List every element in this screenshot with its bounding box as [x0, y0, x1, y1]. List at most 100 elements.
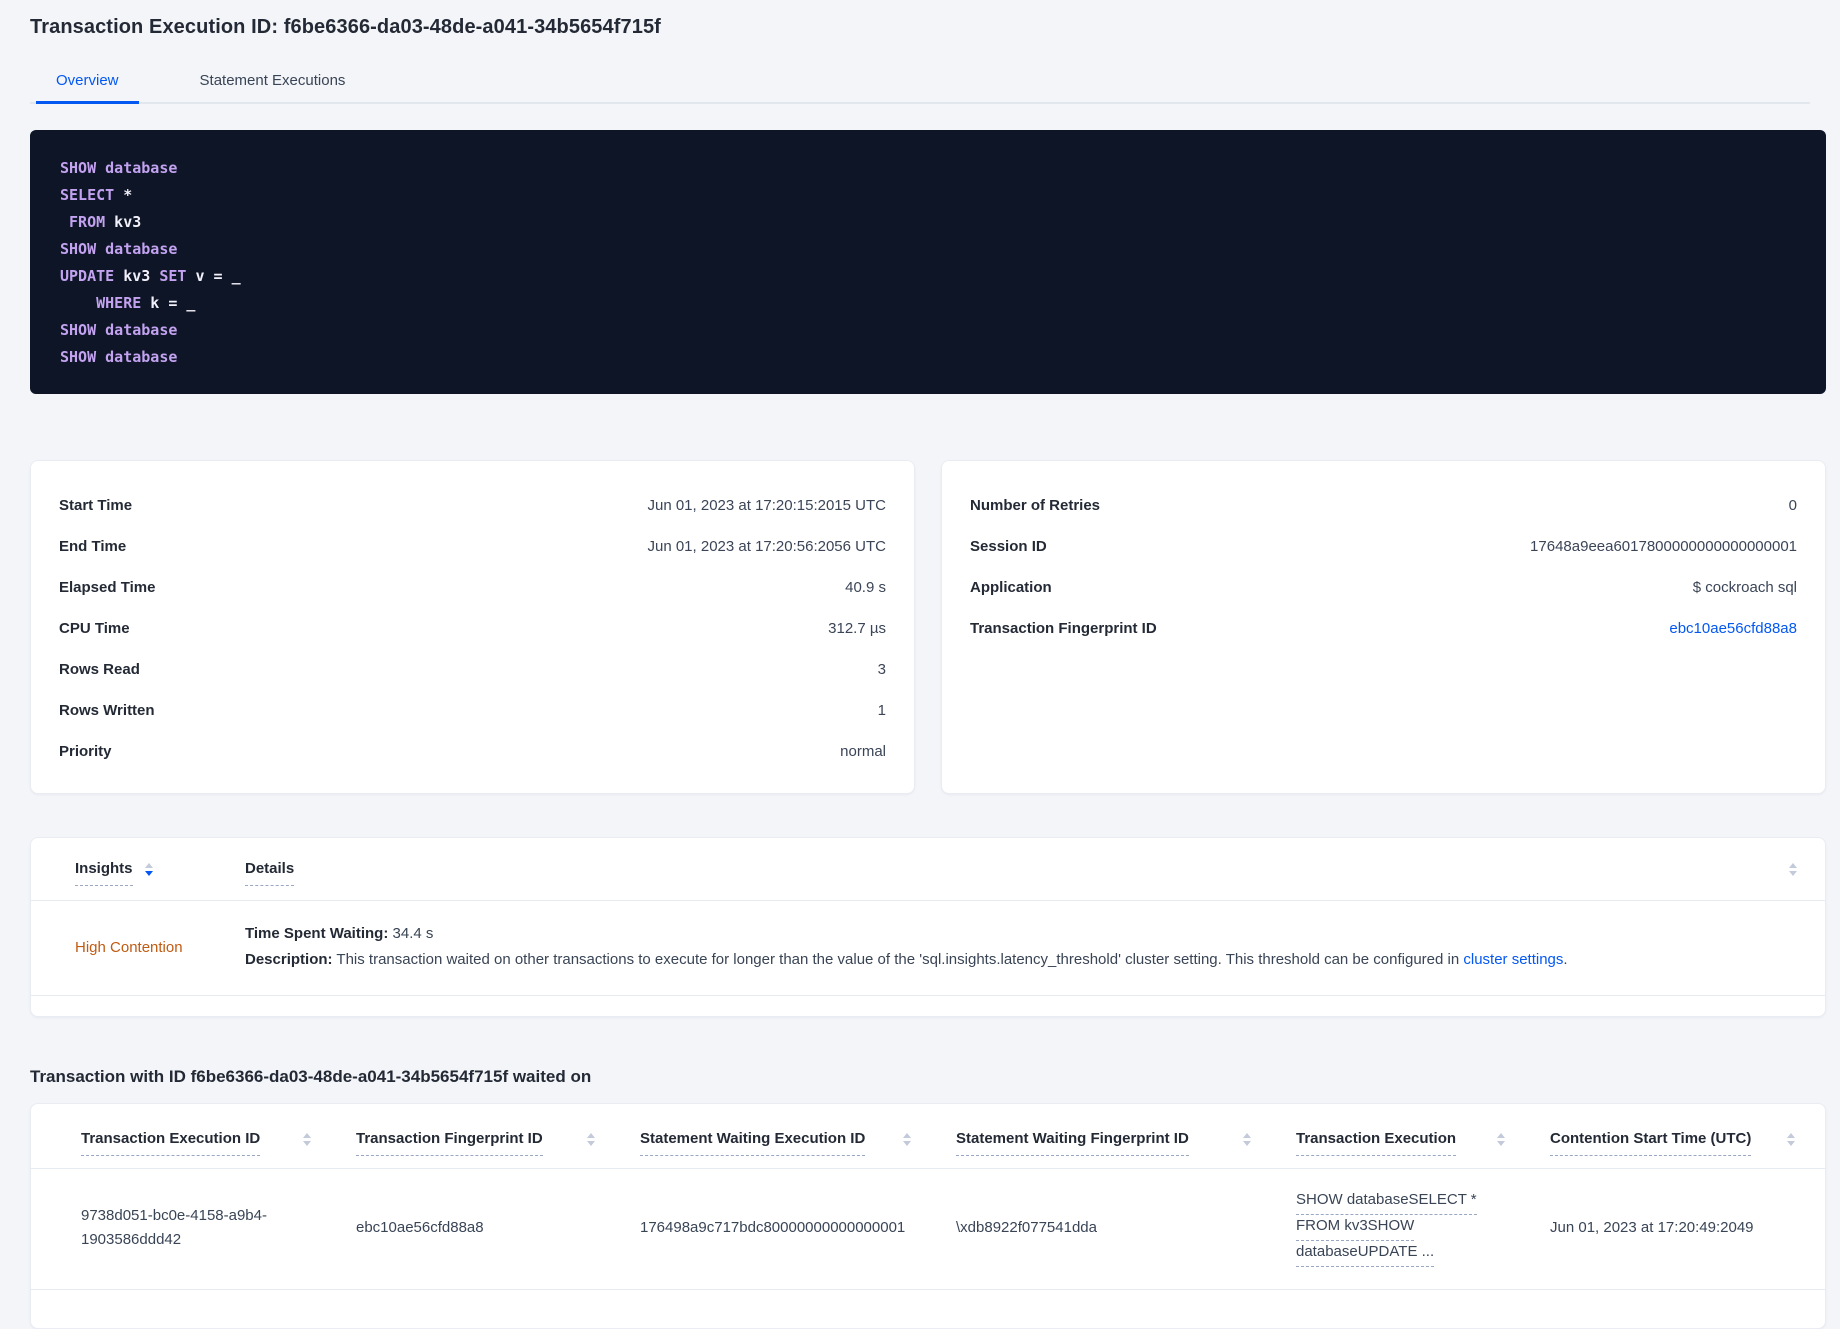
- waited-on-table-header: Transaction Execution ID Transaction Fin…: [31, 1104, 1825, 1169]
- sql-token: *: [114, 186, 133, 204]
- transaction-execution-link[interactable]: databaseUPDATE ...: [1296, 1241, 1435, 1267]
- cluster-settings-link[interactable]: cluster settings: [1463, 951, 1563, 968]
- table-row: 9738d051-bc0e-4158-a9b4-1903586ddd42 ebc…: [31, 1169, 1825, 1290]
- sql-token: database: [105, 321, 178, 339]
- session-card: Number of Retries 0 Session ID 17648a9eea6…: [941, 460, 1826, 794]
- sort-icon[interactable]: [1243, 1133, 1251, 1146]
- stat-row: Priority normal: [59, 731, 886, 772]
- stat-row: Rows Read 3: [59, 649, 886, 690]
- sql-line: SHOW database: [60, 155, 1796, 182]
- stat-label: CPU Time: [59, 620, 130, 637]
- insights-column-header[interactable]: Insights: [75, 860, 133, 886]
- sql-line: SELECT *: [60, 182, 1796, 209]
- cell-transaction-execution-id: 9738d051-bc0e-4158-a9b4-1903586ddd42: [81, 1207, 267, 1248]
- description-period: .: [1563, 951, 1568, 968]
- sort-icon[interactable]: [303, 1133, 311, 1146]
- stat-row: Transaction Fingerprint ID ebc10ae56cfd88…: [970, 608, 1797, 649]
- stat-label: Rows Read: [59, 661, 140, 678]
- sort-icon[interactable]: [1789, 863, 1797, 876]
- stat-value: 0: [1788, 497, 1797, 514]
- cell-transaction-fingerprint-id: ebc10ae56cfd88a8: [356, 1219, 484, 1236]
- cell-statement-waiting-fingerprint-id: \xdb8922f077541dda: [956, 1219, 1097, 1236]
- stat-value: $ cockroach sql: [1692, 579, 1797, 596]
- column-header-transaction-execution-id[interactable]: Transaction Execution ID: [81, 1130, 261, 1156]
- sort-icon[interactable]: [587, 1133, 595, 1146]
- description-label: Description:: [245, 951, 333, 968]
- sql-token: k = _: [141, 294, 196, 312]
- insight-wait-line: Time Spent Waiting: 34.4 s: [245, 921, 1797, 947]
- stat-label: Application: [970, 579, 1052, 596]
- tab-bar: Overview Statement Executions: [30, 61, 1810, 104]
- sort-icon[interactable]: [1497, 1133, 1505, 1146]
- transaction-execution-link[interactable]: FROM kv3SHOW: [1296, 1215, 1415, 1241]
- sql-token: UPDATE: [60, 267, 115, 285]
- sql-token: database: [105, 348, 178, 366]
- transaction-execution-link-line: SHOW databaseSELECT *: [1296, 1189, 1505, 1215]
- stat-value: 312.7 µs: [828, 620, 886, 637]
- details-column-header[interactable]: Details: [245, 860, 295, 886]
- sql-token: SHOW: [60, 321, 97, 339]
- sql-token: WHERE: [96, 294, 142, 312]
- column-header-transaction-fingerprint-id[interactable]: Transaction Fingerprint ID: [356, 1130, 543, 1156]
- transaction-execution-link-line: FROM kv3SHOW: [1296, 1215, 1505, 1241]
- tab-statement-executions[interactable]: Statement Executions: [180, 61, 366, 104]
- sql-line: FROM kv3: [60, 209, 1796, 236]
- insights-table-header: Insights Details: [31, 838, 1825, 901]
- sql-line: WHERE k = _: [60, 290, 1796, 317]
- waited-on-heading: Transaction with ID f6be6366-da03-48de-a…: [30, 1067, 592, 1086]
- waited-on-table: Transaction Execution ID Transaction Fin…: [30, 1103, 1826, 1329]
- description-text: This transaction waited on other transac…: [332, 951, 1464, 968]
- column-header-transaction-execution[interactable]: Transaction Execution: [1296, 1130, 1457, 1156]
- stat-row: Application $ cockroach sql: [970, 567, 1797, 608]
- column-header-contention-start-time[interactable]: Contention Start Time (UTC): [1550, 1130, 1752, 1156]
- sql-line: SHOW database: [60, 236, 1796, 263]
- stat-row: Number of Retries 0: [970, 485, 1797, 526]
- stat-value: Jun 01, 2023 at 17:20:56:2056 UTC: [647, 538, 886, 555]
- stat-value: 17648a9eea6017800000000000000001: [1530, 538, 1797, 555]
- transaction-execution-link-line: databaseUPDATE ...: [1296, 1241, 1505, 1267]
- cell-statement-waiting-execution-id: 176498a9c717bdc80000000000000001: [640, 1219, 906, 1236]
- sort-icon[interactable]: [903, 1133, 911, 1146]
- wait-label: Time Spent Waiting:: [245, 925, 389, 942]
- sql-token: SELECT: [60, 186, 115, 204]
- stat-row: Start Time Jun 01, 2023 at 17:20:15:2015 …: [59, 485, 886, 526]
- sort-desc-icon[interactable]: [144, 863, 153, 876]
- stat-value: normal: [840, 743, 886, 760]
- stat-label: Transaction Fingerprint ID: [970, 620, 1157, 637]
- sql-line: UPDATE kv3 SET v = _: [60, 263, 1796, 290]
- sql-line: SHOW database: [60, 317, 1796, 344]
- stat-row: Session ID 17648a9eea60178000000000000000…: [970, 526, 1797, 567]
- sql-token: SHOW: [60, 348, 97, 366]
- stat-label: Priority: [59, 743, 112, 760]
- stat-label: Session ID: [970, 538, 1047, 555]
- timing-card: Start Time Jun 01, 2023 at 17:20:15:2015 …: [30, 460, 915, 794]
- column-header-statement-waiting-fingerprint-id[interactable]: Statement Waiting Fingerprint ID: [956, 1130, 1189, 1156]
- page-title: Transaction Execution ID: f6be6366-da03-…: [30, 16, 661, 38]
- stat-label: End Time: [59, 538, 127, 555]
- stat-row: Elapsed Time 40.9 s: [59, 567, 886, 608]
- column-header-statement-waiting-execution-id[interactable]: Statement Waiting Execution ID: [640, 1130, 866, 1156]
- sql-token: database: [105, 240, 178, 258]
- stat-value: 40.9 s: [845, 579, 886, 596]
- sort-icon[interactable]: [1787, 1133, 1795, 1146]
- transaction-fingerprint-link[interactable]: ebc10ae56cfd88a8: [1669, 620, 1797, 637]
- sql-token: SHOW: [60, 159, 97, 177]
- summary-cards: Start Time Jun 01, 2023 at 17:20:15:2015 …: [30, 460, 1826, 794]
- insight-severity-badge: High Contention: [75, 938, 183, 956]
- stat-value: 1: [877, 702, 886, 719]
- sql-token: SET: [159, 267, 187, 285]
- stat-value: Jun 01, 2023 at 17:20:15:2015 UTC: [647, 497, 886, 514]
- sql-token: v = _: [186, 267, 241, 285]
- transaction-execution-link[interactable]: SHOW databaseSELECT *: [1296, 1189, 1477, 1215]
- sql-token: kv3: [105, 213, 142, 231]
- sql-token: kv3: [114, 267, 160, 285]
- tab-overview[interactable]: Overview: [36, 61, 139, 104]
- insights-table: Insights Details High Contention Time Sp…: [30, 837, 1826, 1017]
- page-header: Transaction Execution ID: f6be6366-da03-…: [0, 0, 1840, 104]
